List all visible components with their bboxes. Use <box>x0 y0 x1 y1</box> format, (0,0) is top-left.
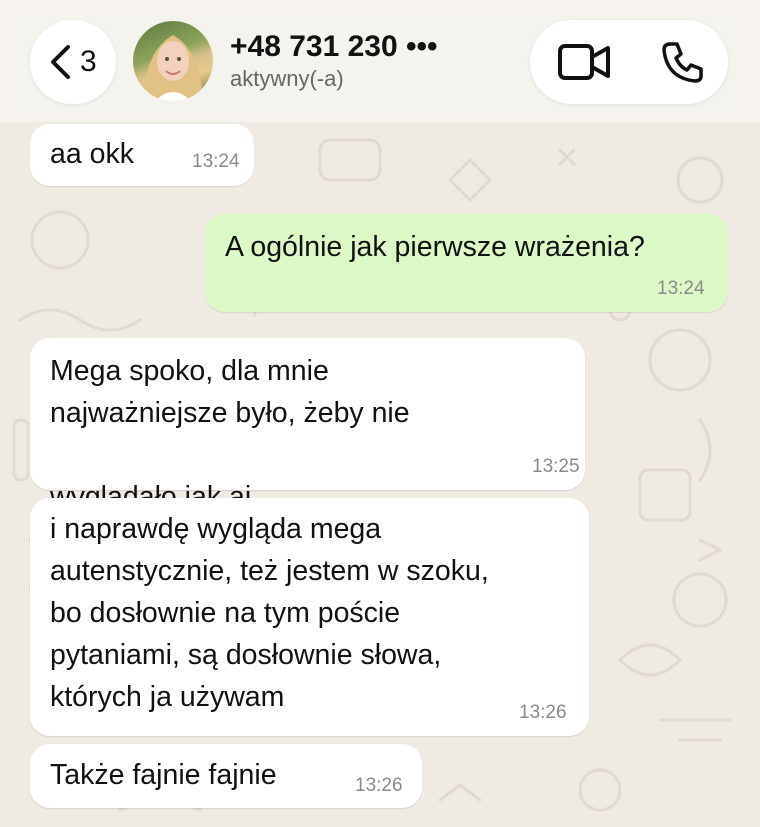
chat-header: 3 +48 731 230 ••• aktywny(-a) <box>0 0 760 122</box>
back-button[interactable]: 3 <box>30 20 116 104</box>
message-bubble-incoming[interactable]: Mega spoko, dla mnie najważniejsze było,… <box>30 338 585 639</box>
message-text: i naprawdę wygląda mega autenstycznie, t… <box>50 513 489 713</box>
phone-icon[interactable] <box>661 40 705 89</box>
message-time: 13:24 <box>192 151 240 172</box>
chevron-left-icon <box>48 44 72 85</box>
message-bubble-incoming[interactable]: aa okk 13:24 <box>30 124 254 186</box>
avatar[interactable] <box>133 21 213 101</box>
message-bubble-incoming[interactable]: i naprawdę wygląda mega autenstycznie, t… <box>30 498 589 736</box>
unread-count: 3 <box>80 45 97 78</box>
message-time: 13:26 <box>355 775 403 796</box>
message-bubble-incoming[interactable]: Także fajnie fajnie 13:26 <box>30 744 422 808</box>
message-text: aa okk <box>50 138 134 170</box>
message-time: 13:24 <box>657 278 705 299</box>
message-text-line: najważniejsze było, żeby nie <box>50 397 410 429</box>
message-text-line: Mega spoko, dla mnie <box>50 355 329 387</box>
call-actions <box>530 20 728 104</box>
message-text: A ogólnie jak pierwsze wrażenia? <box>225 231 645 263</box>
video-camera-icon[interactable] <box>558 42 610 87</box>
message-text: Także fajnie fajnie <box>50 759 277 791</box>
message-time: 13:25 <box>532 456 580 477</box>
message-bubble-outgoing[interactable]: A ogólnie jak pierwsze wrażenia? 13:24 <box>205 214 728 312</box>
message-time: 13:26 <box>519 702 567 723</box>
contact-status: aktywny(-a) <box>230 66 344 91</box>
contact-name[interactable]: +48 731 230 ••• <box>230 29 438 65</box>
